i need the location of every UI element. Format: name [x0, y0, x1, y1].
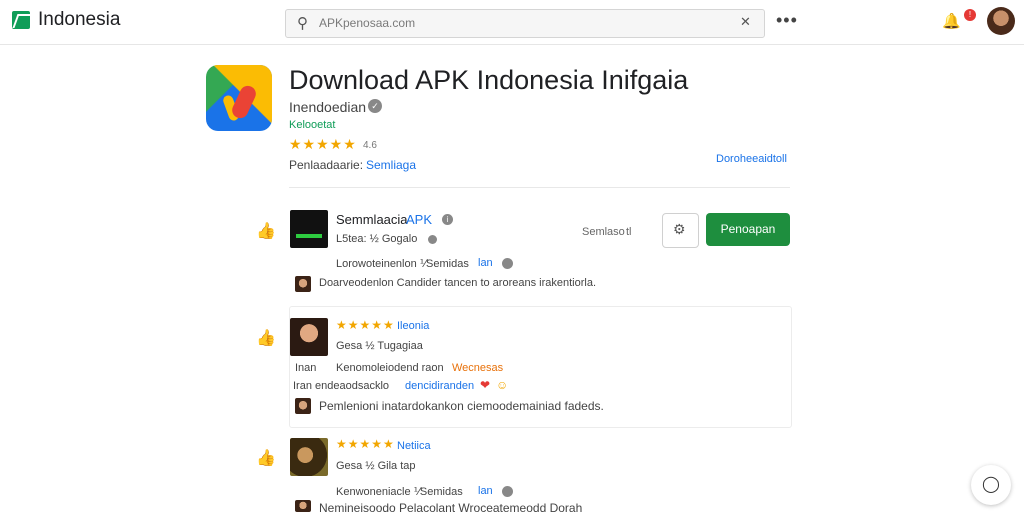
review-comment: Pemlenioni inatardokankon ciemoodemainia… — [319, 399, 604, 413]
wrench-button[interactable]: ⚙ — [662, 213, 699, 248]
download-link[interactable]: Doroheeaidtoll — [716, 153, 787, 165]
info-icon: i — [442, 214, 453, 225]
developer-link[interactable]: Inendoedian — [289, 99, 366, 115]
size-suffix: tl — [626, 226, 632, 238]
review-thumbnail — [290, 210, 328, 248]
review-title: Semmlaacia — [336, 212, 408, 227]
review-comment: Doarveodenlon Candider tancen to arorean… — [319, 277, 597, 289]
reviewer-name[interactable]: Netiica — [397, 440, 431, 452]
review-line: Iran endeaodsacklo — [293, 380, 390, 392]
brand-name[interactable]: Indonesia — [38, 9, 120, 31]
review-comment: Nemineisoodo Pelacolant Wroceatemeodd Do… — [319, 501, 583, 515]
verified-icon: ✓ — [368, 99, 382, 113]
meta-label: Penlaadaarie: — [289, 158, 364, 172]
reviewer-photo — [290, 438, 328, 476]
globe-icon — [502, 258, 513, 269]
rating-stars: ★★★★★ — [289, 136, 357, 152]
notification-badge: ! — [964, 9, 976, 21]
commenter-avatar — [295, 500, 311, 512]
thumbs-up-icon[interactable]: 👍 — [256, 328, 276, 348]
rating-value: 4.6 — [363, 140, 377, 151]
review-stars: ★★★★★ — [336, 318, 395, 332]
clear-icon[interactable]: ✕ — [740, 14, 751, 30]
reviewer-photo — [290, 318, 328, 356]
thumbs-up-icon[interactable]: 👍 — [256, 221, 276, 241]
wrench-icon: ⚙ — [673, 221, 686, 237]
size-label: Semlaso — [582, 226, 625, 238]
review-line: Kenomoleiodend raon — [336, 362, 444, 374]
app-title: Download APK Indonesia Inifgaia — [289, 65, 689, 95]
review-date: Gesa ½ Tugagiaa — [336, 340, 423, 352]
commenter-avatar — [295, 276, 311, 292]
reviewer-name[interactable]: Ileonia — [397, 320, 429, 332]
meta-value-link[interactable]: Semliaga — [366, 158, 416, 172]
logo-icon[interactable] — [12, 11, 30, 29]
commenter-avatar — [295, 398, 311, 414]
review-date: L5tea: ½ Gogalo — [336, 233, 418, 245]
search-input[interactable]: APKpenosaa.com — [319, 16, 415, 30]
review-line: Lorowoteinenlon ⅟Semidas — [336, 258, 469, 270]
eye-icon — [428, 235, 437, 244]
category-link[interactable]: Kelooetat — [289, 119, 335, 131]
more-options-button[interactable]: ••• — [776, 10, 798, 31]
review-badge: APK — [406, 212, 433, 227]
review-line: Kenwoneniacle ⅟Semidas — [336, 486, 463, 498]
app-icon — [206, 65, 272, 131]
search-icon: ⚲ — [297, 15, 308, 32]
review-stars: ★★★★★ — [336, 437, 395, 451]
user-avatar[interactable] — [987, 7, 1015, 35]
install-button[interactable]: Penoapan — [706, 213, 790, 246]
divider — [289, 187, 790, 188]
review-link[interactable]: lan — [478, 257, 493, 269]
review-date: Gesa ½ Gila tap — [336, 460, 416, 472]
heart-icon: ❤ — [480, 378, 491, 392]
chat-icon: ◯ — [982, 476, 1000, 493]
review-line: Inan — [295, 362, 317, 374]
review-link[interactable]: lan — [478, 485, 493, 497]
globe-icon — [502, 486, 513, 497]
review-highlight: Wecnesas — [452, 362, 504, 374]
bell-icon[interactable]: 🔔 — [942, 12, 961, 30]
emoji-icon: ☺ — [496, 378, 509, 392]
review-link[interactable]: dencidiranden — [405, 380, 474, 392]
thumbs-up-icon[interactable]: 👍 — [256, 448, 276, 468]
chat-button[interactable]: ◯ — [971, 465, 1011, 505]
